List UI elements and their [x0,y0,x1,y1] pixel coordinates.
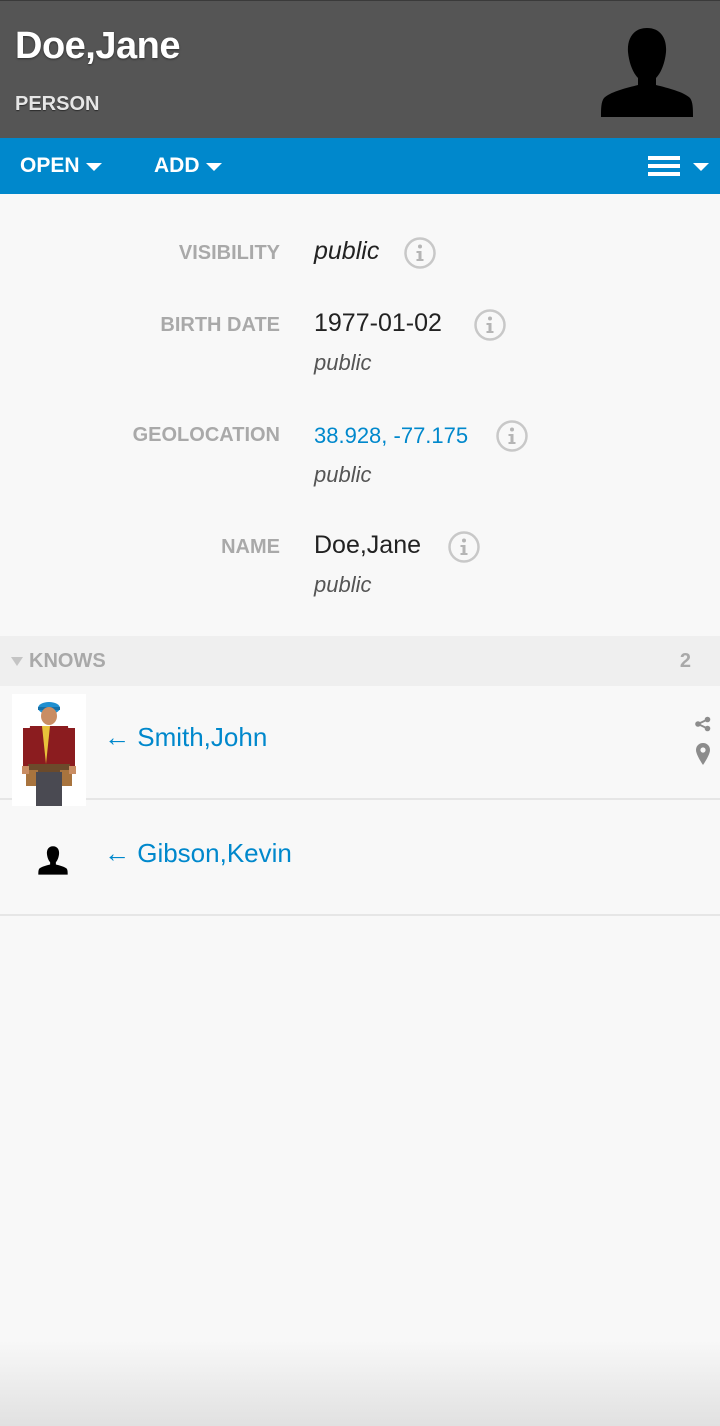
map-pin-icon[interactable] [695,742,711,766]
entity-header: Doe,Jane PERSON [0,0,720,138]
property-value-birth-date: 1977-01-02 [314,309,442,337]
property-label-geolocation: GEOLOCATION [132,424,280,446]
add-menu-button[interactable]: ADD [154,138,222,194]
info-icon[interactable] [474,309,506,341]
property-label-birth-date: BIRTH DATE [160,314,280,336]
chevron-down-icon [205,163,222,171]
knows-section-header[interactable]: KNOWS 2 [0,636,720,686]
entity-title: Doe,Jane [15,25,180,67]
info-icon[interactable] [404,237,436,269]
add-button-label: ADD [154,154,200,177]
section-count: 2 [679,650,691,672]
entity-type: PERSON [15,93,100,115]
bottom-shadow [0,1340,720,1426]
share-icon[interactable] [694,716,712,732]
property-label-name: NAME [221,536,280,558]
hamburger-menu-icon[interactable] [646,153,712,179]
person-silhouette-icon[interactable] [600,25,694,117]
geolocation-link[interactable]: 38.928, -77.175 [314,423,468,449]
open-menu-button[interactable]: OPEN [20,138,102,194]
property-label-visibility: VISIBILITY [178,242,280,264]
property-visibility-geolocation: public [314,462,372,487]
info-icon[interactable] [496,420,528,452]
property-visibility-name: public [314,572,372,597]
collapse-triangle-icon [11,657,23,666]
property-value-visibility: public [314,237,380,265]
chevron-down-icon [85,163,102,171]
toolbar: OPEN ADD [0,138,720,194]
relation-link-smith-john[interactable]: ← Smith,John [104,722,267,753]
construction-worker-photo [12,694,86,806]
property-visibility-birth-date: public [314,350,372,375]
info-icon[interactable] [448,531,480,563]
list-item[interactable]: ← Gibson,Kevin [0,800,720,916]
section-title: KNOWS [29,650,106,672]
relation-link-gibson-kevin[interactable]: ← Gibson,Kevin [104,838,292,869]
open-button-label: OPEN [20,154,80,177]
person-silhouette-icon [38,846,68,875]
property-value-name: Doe,Jane [314,531,422,559]
list-item[interactable]: ← Smith,John [0,686,720,806]
